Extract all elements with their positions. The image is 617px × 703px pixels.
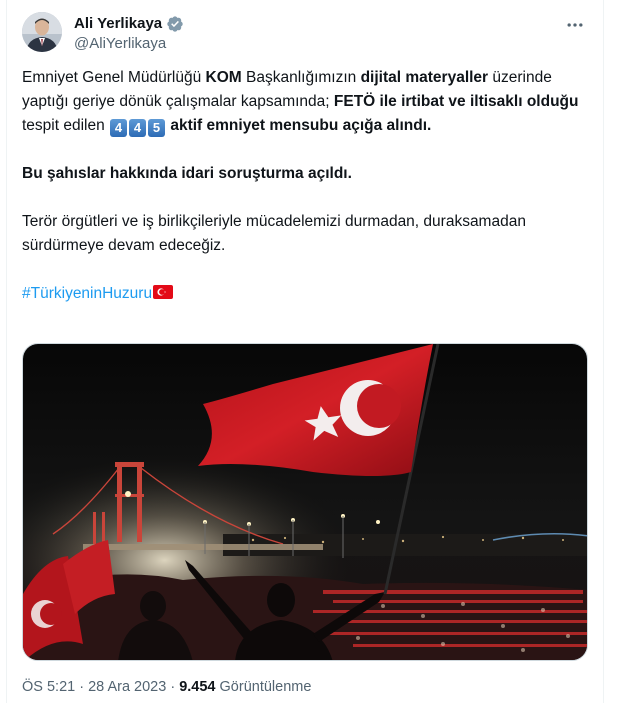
more-horizontal-icon <box>565 15 585 40</box>
hashtag-link[interactable]: #TürkiyeninHuzuru <box>22 285 152 302</box>
tweet-paragraph-2: Bu şahıslar hakkında idari soruşturma aç… <box>22 162 590 186</box>
view-count-label: Görüntülenme <box>215 679 312 695</box>
text-bold: Bu şahıslar hakkında idari soruşturma aç… <box>22 165 352 182</box>
keycap-digit: 4 <box>129 119 147 137</box>
author-avatar[interactable] <box>22 12 62 52</box>
author-handle[interactable]: @AliYerlikaya <box>74 34 166 54</box>
author-name-row: Ali Yerlikaya <box>74 14 184 34</box>
tweet-header: Ali Yerlikaya @AliYerlikaya <box>22 12 592 56</box>
keycap-digit: 4 <box>110 119 128 137</box>
tweet-time[interactable]: ÖS 5:21 <box>22 679 75 695</box>
night-rally-flag-photo <box>23 344 587 660</box>
text-bold: KOM <box>205 69 242 86</box>
view-count: 9.454 <box>179 679 216 695</box>
text-segment: tespit edilen <box>22 117 110 134</box>
text-segment: Terör örgütleri ve iş birlikçileriyle mü… <box>22 213 526 254</box>
tweet-paragraph-4: #TürkiyeninHuzuru <box>22 282 590 306</box>
text-bold: dijital materyaller <box>360 69 489 86</box>
tweet-photo[interactable] <box>22 343 588 661</box>
tweet-date[interactable]: 28 Ara 2023 <box>88 679 166 695</box>
text-segment: Emniyet Genel Müdürlüğü <box>22 69 206 86</box>
meta-separator: · <box>75 679 89 695</box>
text-bold: aktif emniyet mensubu açığa alındı. <box>166 117 432 134</box>
keycap-digit: 5 <box>148 119 166 137</box>
more-options-button[interactable] <box>560 12 590 42</box>
verified-badge-icon <box>166 15 184 33</box>
meta-separator: · <box>166 679 180 695</box>
turkey-flag-emoji <box>153 283 174 299</box>
text-bold: FETÖ ile irtibat ve iltisaklı olduğu <box>333 93 579 110</box>
tweet-text: Emniyet Genel Müdürlüğü KOM Başkanlığımı… <box>22 66 590 330</box>
text-segment: Başkanlığımızın <box>241 69 361 86</box>
author-name[interactable]: Ali Yerlikaya <box>74 14 162 34</box>
tweet-paragraph-1: Emniyet Genel Müdürlüğü KOM Başkanlığımı… <box>22 66 590 138</box>
tweet-meta: ÖS 5:21 · 28 Ara 2023 · 9.454 Görüntülen… <box>22 677 311 697</box>
tweet-paragraph-3: Terör örgütleri ve iş birlikçileriyle mü… <box>22 210 590 258</box>
